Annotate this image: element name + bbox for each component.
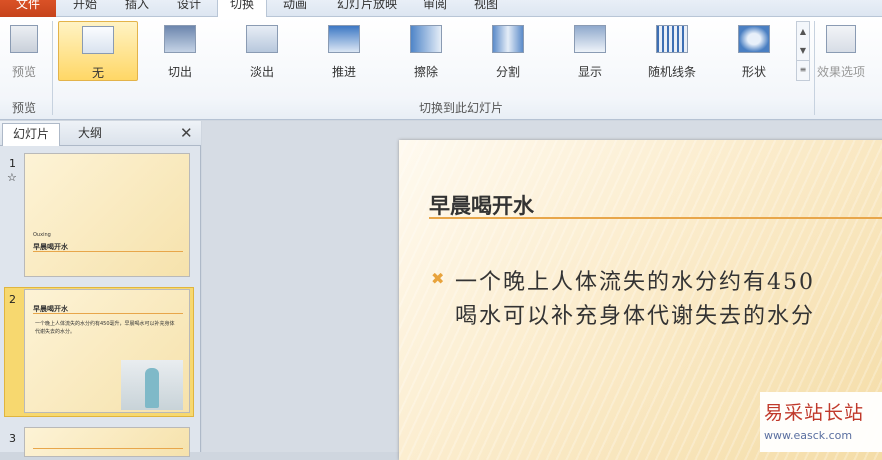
wipe-icon [410, 25, 442, 53]
tab-slides[interactable]: 幻灯片 [2, 123, 60, 146]
bullet-icon: ✖ [431, 269, 445, 288]
transition-none[interactable]: 无 [58, 21, 138, 81]
transition-push[interactable]: 推进 [304, 21, 384, 81]
tab-file[interactable]: 文件 [0, 0, 56, 17]
transition-fade[interactable]: 淡出 [222, 21, 302, 81]
gallery-up-icon[interactable]: ▲ [797, 22, 809, 41]
push-icon [328, 25, 360, 53]
thumb-body: 一个晚上人体流失的水分约有450毫升，早晨喝水可以补充身体代谢失去的水分。 [35, 321, 175, 335]
title-underline [429, 217, 882, 219]
tab-review[interactable]: 审阅 [412, 0, 458, 17]
transition-reveal[interactable]: 显示 [550, 21, 630, 81]
preview-icon [10, 25, 38, 53]
tab-home[interactable]: 开始 [62, 0, 108, 17]
tab-transitions[interactable]: 切换 [217, 0, 267, 18]
fade-icon [246, 25, 278, 53]
transition-cut[interactable]: 切出 [140, 21, 220, 81]
slide-number: 1 [9, 157, 16, 170]
cut-icon [164, 25, 196, 53]
person-image [145, 368, 159, 408]
slide-number: 2 [9, 293, 16, 306]
group-separator [814, 21, 815, 115]
tab-slideshow[interactable]: 幻灯片放映 [326, 0, 408, 17]
tab-animations[interactable]: 动画 [272, 0, 318, 17]
slides-panel: 幻灯片 大纲 ✕ 1 ☆ Ouxing 早晨喝开水 2 早晨喝开水 一个晚上人体… [0, 121, 201, 457]
effect-options-icon [826, 25, 856, 53]
bullet-text-line-1[interactable]: 一个晚上人体流失的水分约有450 [455, 264, 815, 296]
reveal-icon [574, 25, 606, 53]
gallery-more-icon[interactable]: ≡ [797, 60, 809, 79]
tab-insert[interactable]: 插入 [114, 0, 160, 17]
watermark-url: www.easck.com [764, 429, 853, 442]
thumb-line [33, 251, 183, 252]
shape-icon [738, 25, 770, 53]
thumb-line [33, 448, 183, 449]
slide-title[interactable]: 早晨喝开水 [429, 190, 534, 220]
preview-button[interactable]: 预览 [4, 21, 44, 81]
slide-thumb-3[interactable] [24, 427, 190, 457]
bullet-text-line-2[interactable]: 喝水可以补充身体代谢失去的水分 [455, 298, 815, 330]
group-separator [52, 21, 53, 115]
gallery-scroll[interactable]: ▲ ▼ ≡ [796, 21, 810, 81]
group-label-preview: 预览 [12, 101, 37, 115]
panel-tabs: 幻灯片 大纲 ✕ [0, 121, 201, 146]
transition-shape[interactable]: 形状 [714, 21, 794, 81]
transition-split[interactable]: 分割 [468, 21, 548, 81]
gallery-down-icon[interactable]: ▼ [797, 41, 809, 60]
transition-wipe[interactable]: 擦除 [386, 21, 466, 81]
ribbon-tab-bar: 文件 开始 插入 设计 切换 动画 幻灯片放映 审阅 视图 [0, 0, 882, 18]
none-icon [82, 26, 114, 54]
tab-outline[interactable]: 大纲 [62, 123, 118, 146]
thumb-subtitle: Ouxing [33, 232, 51, 238]
tab-design[interactable]: 设计 [166, 0, 212, 17]
star-icon: ☆ [7, 171, 17, 184]
watermark-text: 易采站长站 [764, 402, 865, 424]
group-label-transitions: 切换到此幻灯片 [419, 101, 504, 115]
slide-number: 3 [9, 432, 16, 445]
tab-view[interactable]: 视图 [463, 0, 509, 17]
watermark: 易采站长站 www.easck.com [760, 392, 882, 452]
close-icon[interactable]: ✕ [180, 124, 193, 142]
transition-random-bars[interactable]: 随机线条 [632, 21, 712, 81]
slide-thumb-1[interactable]: Ouxing 早晨喝开水 [24, 153, 190, 277]
thumb-line [33, 313, 183, 314]
slide-thumb-2[interactable]: 早晨喝开水 一个晚上人体流失的水分约有450毫升，早晨喝水可以补充身体代谢失去的… [24, 289, 190, 413]
effect-options-button[interactable]: 效果选项 [816, 21, 866, 81]
thumb-photo [121, 360, 183, 410]
ribbon: 预览 预览 无 切出 淡出 推进 擦除 分割 显示 随机线条 形状 ▲ ▼ ≡ … [0, 17, 882, 120]
random-bars-icon [656, 25, 688, 53]
split-icon [492, 25, 524, 53]
